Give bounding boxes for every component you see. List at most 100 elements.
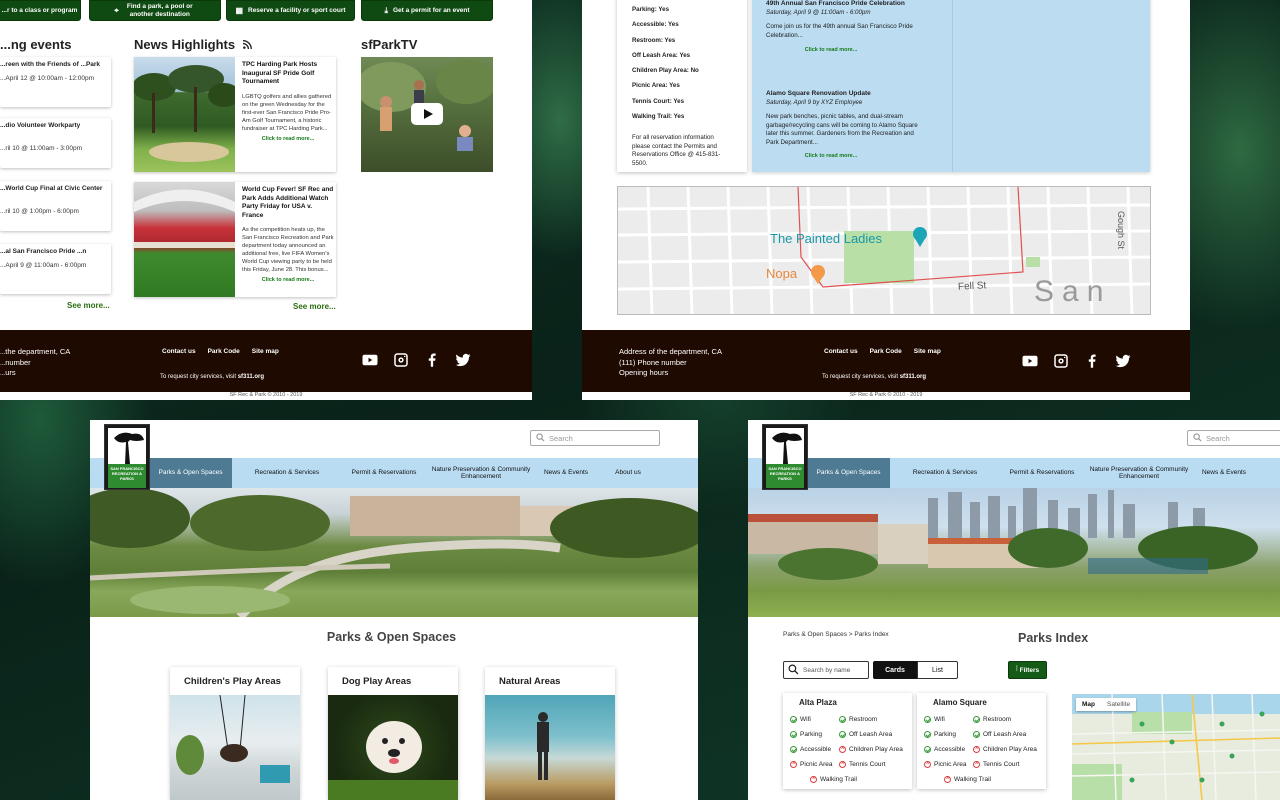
nav-news-events[interactable]: News & Events: [536, 469, 596, 477]
nav-nature-preservation[interactable]: Nature Preservation & Community Enhancem…: [426, 466, 536, 481]
find-park-button[interactable]: ⌖ Find a park, a pool or another destina…: [89, 0, 221, 21]
amenity-label: Children Play Area: [983, 746, 1037, 753]
reserve-facility-button[interactable]: ▦ Reserve a facility or sport court: [226, 0, 355, 21]
filters-label: Filters: [1019, 666, 1040, 674]
sliders-icon: ⫶: [1015, 666, 1018, 673]
contact-us-link[interactable]: Contact us: [162, 348, 196, 355]
park-code-link[interactable]: Park Code: [208, 348, 240, 355]
sf311-link[interactable]: sf311.org: [900, 374, 926, 380]
nav-permit-reservations[interactable]: Permit & Reservations: [342, 469, 426, 477]
page-title: Parks Index: [1018, 631, 1089, 645]
read-more-link[interactable]: Click to read more...: [242, 277, 334, 283]
twitter-icon[interactable]: [1114, 352, 1132, 370]
news-body: LGBTQ golfers and allies gathered on the…: [242, 93, 332, 132]
event-title: ...World Cup Final at Civic Center: [0, 185, 103, 192]
amenity-tennis-court: Tennis Court: [839, 760, 886, 768]
site-search-input[interactable]: Search: [530, 430, 660, 446]
map-tab[interactable]: Map: [1076, 698, 1101, 711]
park-detail-page-panel: Parking: Yes Accessible: Yes Restroom: Y…: [582, 0, 1190, 400]
amenity-label: Off Leash Area: [983, 731, 1027, 738]
rss-icon[interactable]: [242, 37, 252, 52]
category-card[interactable]: Natural Areas: [485, 667, 615, 800]
nav-nature-preservation[interactable]: Nature Preservation & Community Enhancem…: [1084, 466, 1194, 481]
category-card[interactable]: Children's Play Areas: [170, 667, 300, 800]
instagram-icon[interactable]: [392, 351, 410, 369]
youtube-icon[interactable]: [1021, 352, 1039, 370]
read-more-link[interactable]: Click to read more...: [242, 136, 334, 142]
event-card[interactable]: ...reen with the Friends of ...Park ...Ap…: [0, 57, 111, 107]
amenity-picnic-area: Picnic Area: [790, 760, 833, 768]
site-map-link[interactable]: Site map: [914, 348, 941, 355]
read-more-link[interactable]: Click to read more...: [766, 153, 896, 159]
category-title: Dog Play Areas: [342, 676, 412, 687]
amenity-restroom: Restroom: [839, 716, 877, 723]
nav-recreation-services[interactable]: Recreation & Services: [890, 469, 1000, 477]
nav-parks-open-spaces[interactable]: Parks & Open Spaces: [807, 458, 890, 488]
event-date: ...ril 10 @ 11:00am - 3:00pm: [0, 144, 82, 152]
nav-recreation-services[interactable]: Recreation & Services: [232, 469, 342, 477]
sf311-link[interactable]: sf311.org: [238, 374, 264, 380]
read-more-link[interactable]: Click to read more...: [766, 47, 896, 53]
post-item: 49th Annual San Francisco Pride Celebrat…: [766, 0, 921, 53]
post-title: 49th Annual San Francisco Pride Celebrat…: [766, 0, 905, 7]
get-permit-button[interactable]: ⤓ Get a permit for an event: [361, 0, 493, 21]
category-card[interactable]: Dog Play Areas: [328, 667, 458, 800]
news-see-more-link[interactable]: See more...: [293, 302, 336, 311]
sf-rec-park-logo[interactable]: SAN FRANCISCO RECREATION & PARKS: [104, 424, 150, 490]
parks-map[interactable]: Map Satellite: [1072, 694, 1280, 800]
amenities-card: Parking: Yes Accessible: Yes Restroom: Y…: [617, 0, 747, 172]
amenity-label: Wifi: [800, 716, 811, 723]
youtube-icon[interactable]: [361, 351, 379, 369]
stadium-photo: [134, 182, 235, 297]
event-card[interactable]: ...World Cup Final at Civic Center ...ril…: [0, 181, 111, 231]
event-title: ...dio Volunteer Workparty: [0, 122, 81, 129]
contact-us-link[interactable]: Contact us: [824, 348, 858, 355]
news-card[interactable]: TPC Harding Park Hosts Inaugural SF Prid…: [132, 57, 336, 172]
site-search-input[interactable]: Search: [1187, 430, 1280, 446]
park-card[interactable]: Alamo Square Wifi Parking Accessible Pic…: [917, 693, 1046, 789]
register-class-button[interactable]: ...r to a class or program: [0, 0, 81, 21]
post-date: Saturday, April 9 @ 11:00am - 6:00pm: [766, 9, 871, 16]
facebook-icon[interactable]: [1083, 352, 1101, 370]
amenity-wifi: Wifi: [790, 716, 811, 723]
amenity-accessible: Accessible: [790, 746, 831, 753]
cross-icon: [973, 745, 980, 753]
list-view-toggle[interactable]: List: [917, 661, 958, 679]
check-icon: [790, 716, 797, 723]
cards-view-toggle[interactable]: Cards: [873, 661, 917, 679]
tree-silhouette: [108, 428, 146, 464]
filters-button[interactable]: ⫶ Filters: [1008, 661, 1047, 679]
park-card[interactable]: Alta Plaza Wifi Parking Accessible Picni…: [783, 693, 912, 789]
facebook-icon[interactable]: [423, 351, 441, 369]
play-button-icon[interactable]: [411, 103, 443, 125]
event-card[interactable]: ...dio Volunteer Workparty ...ril 10 @ 11…: [0, 118, 111, 168]
satellite-tab[interactable]: Satellite: [1101, 698, 1136, 711]
park-code-link[interactable]: Park Code: [870, 348, 902, 355]
post-body: Come join us for the 49th annual San Fra…: [766, 23, 913, 39]
footer-address: ...the department, CA ...number ...urs: [0, 347, 70, 379]
park-name-search-input[interactable]: Search by name: [783, 661, 869, 679]
events-see-more-link[interactable]: See more...: [67, 301, 110, 310]
event-title: ...reen with the Friends of ...Park: [0, 61, 101, 68]
site-map-link[interactable]: Site map: [252, 348, 279, 355]
nav-about-us[interactable]: About us: [596, 469, 660, 477]
news-card[interactable]: World Cup Fever! SF Rec and Park Adds Ad…: [134, 182, 336, 297]
instagram-icon[interactable]: [1052, 352, 1070, 370]
site-footer: Address of the department, CA (111) Phon…: [582, 330, 1190, 392]
logo-text: SAN FRANCISCO RECREATION & PARKS: [108, 464, 146, 488]
amenity-label: Tennis Court: [983, 761, 1020, 768]
nav-news-events[interactable]: News & Events: [1194, 469, 1254, 477]
park-map[interactable]: The Painted Ladies Nopa Fell St Gough St…: [617, 186, 1151, 315]
divider-line: [952, 0, 953, 172]
breadcrumb[interactable]: Parks & Open Spaces > Parks Index: [783, 631, 889, 638]
amenity-item: Parking: Yes: [632, 6, 670, 13]
amenity-tennis-court: Tennis Court: [973, 760, 1020, 768]
sf-rec-park-logo[interactable]: SAN FRANCISCO RECREATION & PARKS: [762, 424, 808, 490]
nav-permit-reservations[interactable]: Permit & Reservations: [1000, 469, 1084, 477]
nav-parks-open-spaces[interactable]: Parks & Open Spaces: [149, 458, 232, 488]
twitter-icon[interactable]: [454, 351, 472, 369]
search-by-name-placeholder: Search by name: [803, 666, 851, 674]
sfparktv-video[interactable]: [356, 57, 496, 172]
event-card[interactable]: ...al San Francisco Pride ...n ...April 9…: [0, 244, 111, 294]
check-icon: [924, 731, 931, 738]
